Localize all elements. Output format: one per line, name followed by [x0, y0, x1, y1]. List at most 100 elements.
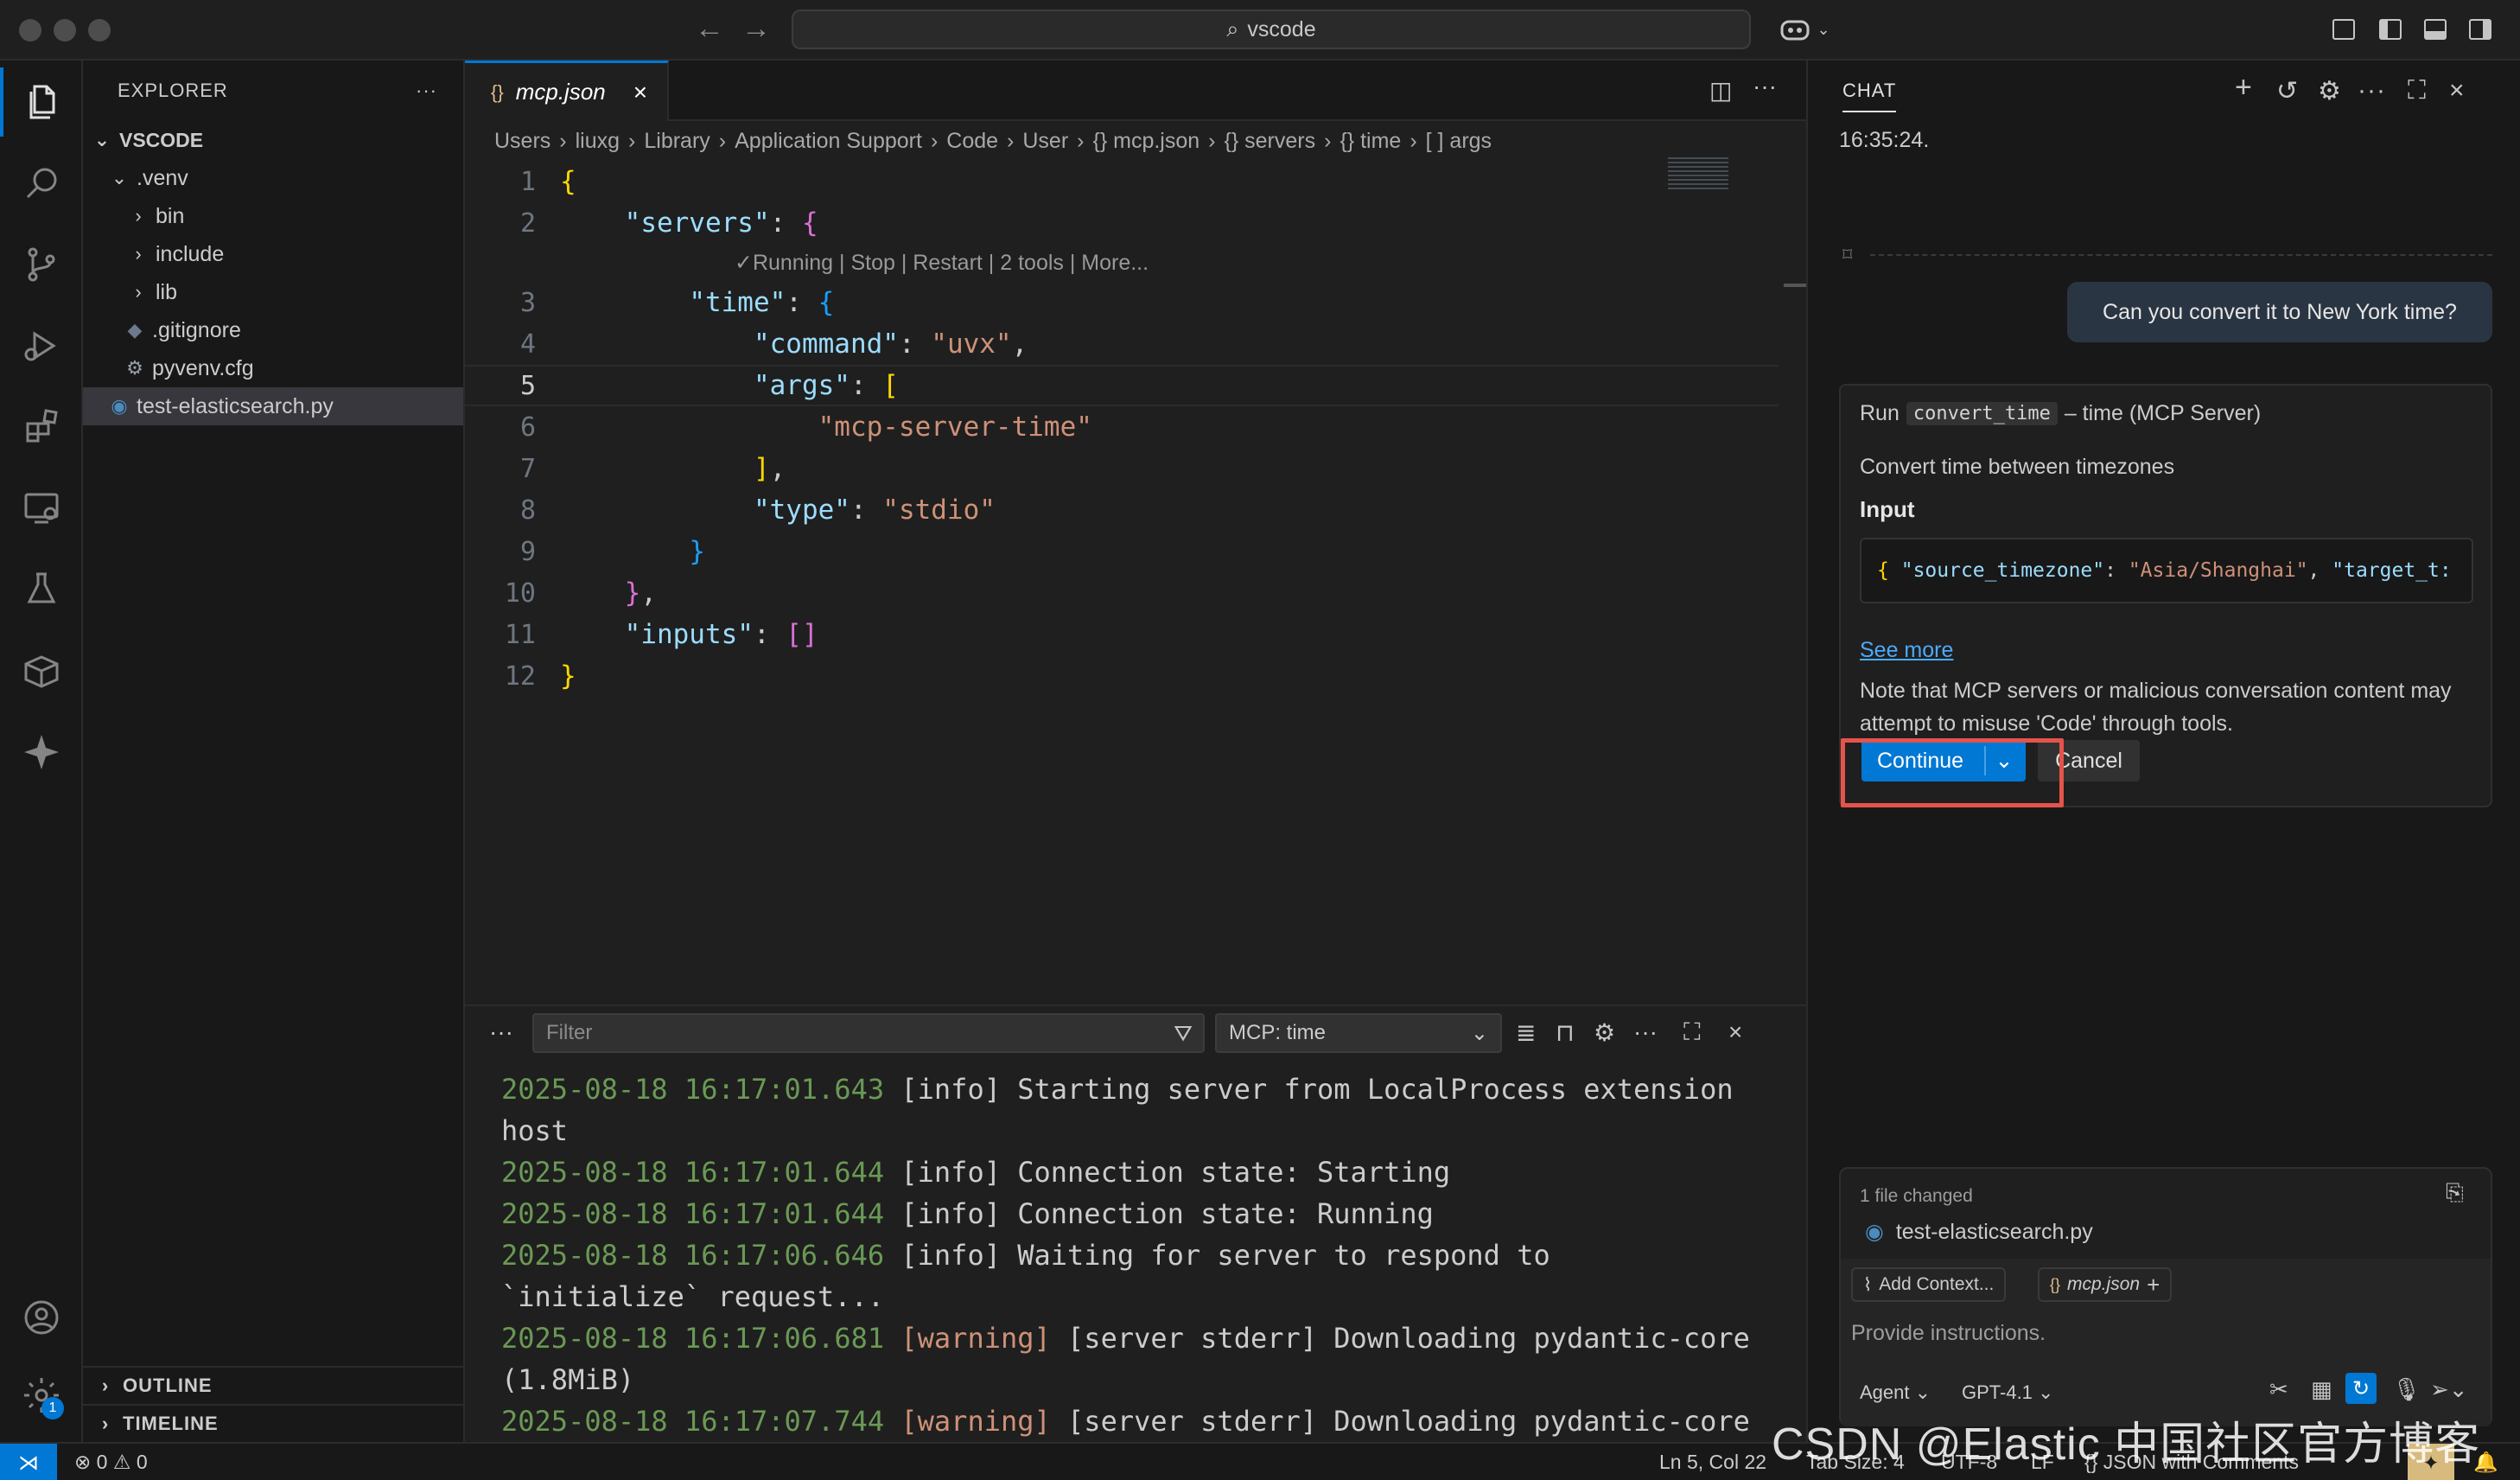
copilot-sparkle-icon[interactable] [0, 718, 83, 787]
send-icon[interactable]: ➢⌄ [2430, 1376, 2468, 1403]
chevron-down-icon[interactable]: ⌄ [1810, 16, 1837, 43]
gear-icon[interactable]: ⚙ [2318, 76, 2342, 106]
log-line: 2025-08-18 16:17:01.644 [info] Connectio… [501, 1197, 1434, 1230]
toggle-secondary-sidebar-icon[interactable] [2466, 16, 2494, 43]
tree-item-pyvenv[interactable]: ⚙ pyvenv.cfg [83, 349, 463, 387]
code-line: 3 "time": { [465, 282, 1779, 323]
maximize-window-button[interactable] [88, 19, 111, 41]
tree-item-gitignore[interactable]: ◆ .gitignore [83, 311, 463, 349]
timeline-section[interactable]: › TIMELINE [83, 1404, 465, 1442]
code-editor[interactable]: 1{ 2 "servers": { ✓Running | Stop | Rest… [465, 161, 1779, 697]
git-file-icon: ◆ [127, 319, 143, 341]
breadcrumb-item[interactable]: liuxg [576, 129, 620, 154]
search-icon[interactable] [0, 149, 83, 218]
containers-icon[interactable] [0, 636, 83, 705]
cursor-position[interactable]: Ln 5, Col 22 [1659, 1451, 1766, 1474]
breadcrumb-item[interactable]: {} servers [1225, 129, 1316, 154]
output-channel-select[interactable]: MCP: time ⌄ [1215, 1013, 1502, 1053]
manage-gear-icon[interactable]: 1 [0, 1361, 83, 1430]
more-actions-icon[interactable]: ··· [2358, 76, 2386, 105]
keyboard-icon[interactable]: ▦ [2311, 1376, 2332, 1403]
customize-layout-icon[interactable] [2330, 16, 2358, 43]
breadcrumb-item[interactable]: {} time [1340, 129, 1401, 154]
line-number: 9 [519, 536, 536, 567]
breadcrumb-item[interactable]: [ ] args [1426, 129, 1492, 154]
model-picker[interactable]: GPT-4.1 ⌄ [1962, 1381, 2053, 1404]
remote-explorer-icon[interactable] [0, 474, 83, 543]
user-message-text: Can you convert it to New York time? [2103, 299, 2457, 324]
tree-item-lib[interactable]: › lib [83, 273, 463, 311]
auto-approve-icon[interactable]: ↻ [2345, 1373, 2377, 1404]
breadcrumb-item[interactable]: Application Support [735, 129, 922, 154]
minimize-window-button[interactable] [54, 19, 76, 41]
maximize-icon[interactable]: ⛶ [2408, 76, 2427, 105]
error-count: 0 [96, 1451, 108, 1473]
tools-icon[interactable]: ✂ [2269, 1376, 2288, 1403]
add-context-button[interactable]: ⌇ Add Context... [1851, 1267, 2007, 1302]
line-number: 5 [519, 370, 536, 401]
tree-item-test-elasticsearch[interactable]: ◉ test-elasticsearch.py [83, 387, 463, 425]
tab-mcp-json[interactable]: {} mcp.json × [465, 61, 669, 121]
breadcrumb-item[interactable]: User [1022, 129, 1068, 154]
workspace-root-label: VSCODE [119, 128, 204, 151]
more-actions-icon[interactable]: ··· [1753, 73, 1777, 100]
source-control-icon[interactable] [0, 230, 83, 299]
tool-input-json[interactable]: { "source_timezone": "Asia/Shanghai", "t… [1860, 538, 2473, 603]
toggle-panel-icon[interactable] [2421, 16, 2449, 43]
see-more-link[interactable]: See more [1860, 638, 1953, 663]
chat-input-placeholder[interactable]: Provide instructions. [1851, 1321, 2046, 1346]
extensions-icon[interactable] [0, 392, 83, 462]
testing-icon[interactable] [0, 555, 83, 624]
close-icon[interactable]: × [633, 79, 647, 106]
inputs-key: "inputs" [624, 619, 754, 650]
close-window-button[interactable] [19, 19, 41, 41]
chat-title: CHAT [1842, 80, 1897, 101]
breadcrumb-item[interactable]: Code [946, 129, 998, 154]
accounts-icon[interactable] [0, 1283, 83, 1352]
more-actions-icon[interactable]: ··· [416, 80, 437, 102]
new-chat-icon[interactable]: + [2235, 71, 2253, 105]
filter-icon[interactable]: ⛛ [1174, 1020, 1193, 1048]
mcp-codelens[interactable]: ✓Running | Stop | Restart | 2 tools | Mo… [465, 244, 1779, 282]
explorer-icon[interactable] [0, 67, 83, 137]
remote-indicator-icon[interactable]: ⋊ [0, 1444, 57, 1480]
clear-output-icon[interactable]: ≣ [1516, 1018, 1536, 1047]
tree-item-venv[interactable]: ⌄ .venv [83, 159, 463, 197]
search-icon: ⌕ [1226, 16, 1239, 41]
more-views-icon[interactable]: ··· [489, 1018, 513, 1046]
workspace-root[interactable]: ⌄ VSCODE [83, 121, 463, 159]
context-file-name: mcp.json [2067, 1274, 2141, 1294]
channel-label: MCP: time [1229, 1021, 1327, 1044]
outline-section[interactable]: › OUTLINE [83, 1366, 465, 1404]
chevron-right-icon: › [101, 1375, 110, 1396]
line-number: 11 [504, 619, 536, 650]
filter-input[interactable]: Filter ⛛ [532, 1013, 1205, 1053]
tree-item-include[interactable]: › include [83, 235, 463, 273]
history-icon[interactable]: ↺ [2276, 76, 2299, 106]
forward-arrow-icon[interactable]: → [741, 12, 771, 46]
breadcrumb-item[interactable]: Users [494, 129, 550, 154]
context-file-chip[interactable]: {} mcp.json + [2038, 1267, 2173, 1302]
more-actions-icon[interactable]: ··· [1633, 1018, 1658, 1046]
back-arrow-icon[interactable]: ← [695, 12, 724, 46]
breadcrumb-item[interactable]: {} mcp.json [1092, 129, 1200, 154]
view-changes-icon[interactable]: ⎘ [2446, 1179, 2464, 1207]
gear-icon[interactable]: ⚙ [1594, 1018, 1615, 1047]
split-editor-icon[interactable]: ◫ [1709, 76, 1732, 105]
problems-indicator[interactable]: ⊗ 0 ⚠ 0 [74, 1451, 148, 1474]
mode-label: Agent [1860, 1381, 1910, 1403]
close-icon[interactable]: × [2449, 76, 2466, 105]
command-center-search[interactable]: ⌕ vscode [792, 10, 1751, 49]
close-icon[interactable]: × [1728, 1018, 1742, 1046]
breadcrumb-item[interactable]: Library [644, 129, 710, 154]
mode-picker[interactable]: Agent ⌄ [1860, 1381, 1931, 1404]
microphone-icon[interactable]: 🎙 [2392, 1376, 2421, 1403]
changed-file-item[interactable]: ◉ test-elasticsearch.py [1865, 1219, 2093, 1245]
toggle-sidebar-icon[interactable] [2377, 16, 2404, 43]
run-debug-icon[interactable] [0, 311, 83, 380]
tree-item-bin[interactable]: › bin [83, 197, 463, 235]
add-icon[interactable]: + [2147, 1272, 2160, 1298]
minimap[interactable] [1668, 157, 1728, 192]
lock-scroll-icon[interactable]: ⊓ [1556, 1018, 1575, 1047]
maximize-panel-icon[interactable]: ⛶ [1683, 1018, 1701, 1047]
